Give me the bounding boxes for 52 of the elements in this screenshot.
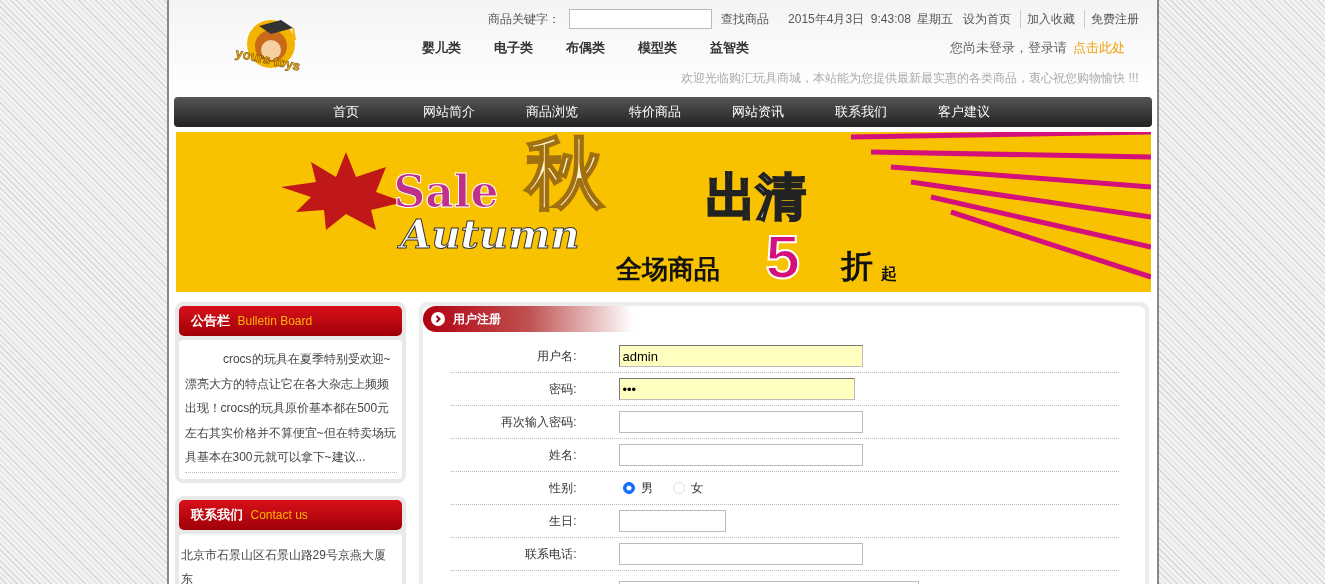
nav-link[interactable]: 特价商品 <box>603 97 707 127</box>
top-link[interactable]: 设为首页 <box>962 10 1011 28</box>
field-label: 再次输入密码: <box>501 415 577 429</box>
input-field[interactable] <box>618 444 863 466</box>
panel-title: 公告栏 <box>190 312 230 331</box>
input-field[interactable]: admin <box>618 345 863 367</box>
category-link[interactable]: 电子类 <box>493 38 566 58</box>
category-link[interactable]: 布偶类 <box>565 38 638 58</box>
datetime-text: 2015年4月3日 9:43:08 星期五 <box>788 11 954 28</box>
top-link[interactable]: 免费注册 <box>1083 10 1139 28</box>
login-prompt: 您尚未登录，登录请 <box>949 40 1067 55</box>
search-field[interactable] <box>569 9 713 29</box>
search-label: 商品关键字： <box>488 11 561 28</box>
top-link[interactable]: 加入收藏 <box>1019 10 1075 28</box>
password-field[interactable] <box>618 411 863 433</box>
password-field[interactable]: ••• <box>618 378 855 400</box>
sale-text: Sale <box>393 170 499 214</box>
welcome-text: 欢迎光临购汇玩具商城，本站能为您提供最新最实惠的各类商品，衷心祝您购物愉快 !!! <box>681 70 1139 85</box>
panel-text: 北京市石景山区石景山路29号京燕大厦东 <box>180 546 387 584</box>
radio-label: 男 <box>640 480 653 497</box>
panel-subtitle: Contact us <box>250 506 308 524</box>
field-label: 密码: <box>549 382 577 396</box>
nav-link[interactable]: 网站简介 <box>397 97 501 127</box>
nav-link[interactable]: 商品浏览 <box>500 97 604 127</box>
discount-text: 折 <box>840 250 873 282</box>
field-label: 性别: <box>549 481 577 495</box>
input-field[interactable] <box>618 543 863 565</box>
all-goods-text: 全场商品 <box>615 256 720 282</box>
category-link[interactable]: 模型类 <box>637 38 710 58</box>
field-label: 姓名: <box>549 448 577 462</box>
panel-text: crocs的玩具在夏季特别受欢迎~漂亮大方的特点让它在各大杂志上频频出现！crocs的玩具原价基本都在500元左右其实价格并不算便宜~但在特卖场玩具基本在300元就可以拿下~建议... <box>184 347 397 473</box>
nav-link[interactable]: 客户建议 <box>912 97 1016 127</box>
clearance-text: 出清 <box>705 172 806 222</box>
radio-button[interactable] <box>622 482 635 494</box>
field-label: 生日: <box>549 514 577 528</box>
discount-number: 5 <box>765 226 800 288</box>
panel-title: 联系我们 <box>190 505 243 524</box>
nav-link[interactable]: 首页 <box>294 97 398 127</box>
panel-subtitle: Bulletin Board <box>237 313 313 330</box>
category-link[interactable]: 婴儿类 <box>421 38 494 58</box>
form-title: 用户注册 <box>452 311 501 328</box>
nav-link[interactable]: 联系我们 <box>809 97 913 127</box>
category-link[interactable]: 益智类 <box>709 38 782 58</box>
search-link[interactable]: 查找商品 <box>721 10 770 28</box>
autumn-char: 秋 <box>525 134 604 212</box>
discount-suffix: 起 <box>880 266 897 282</box>
chevron-icon <box>430 312 445 326</box>
field-label: 联系电话: <box>525 547 577 561</box>
date-field[interactable] <box>618 510 726 532</box>
nav-link[interactable]: 网站资讯 <box>706 97 810 127</box>
field-label: 用户名: <box>537 349 577 363</box>
radio-label: 女 <box>690 480 703 497</box>
